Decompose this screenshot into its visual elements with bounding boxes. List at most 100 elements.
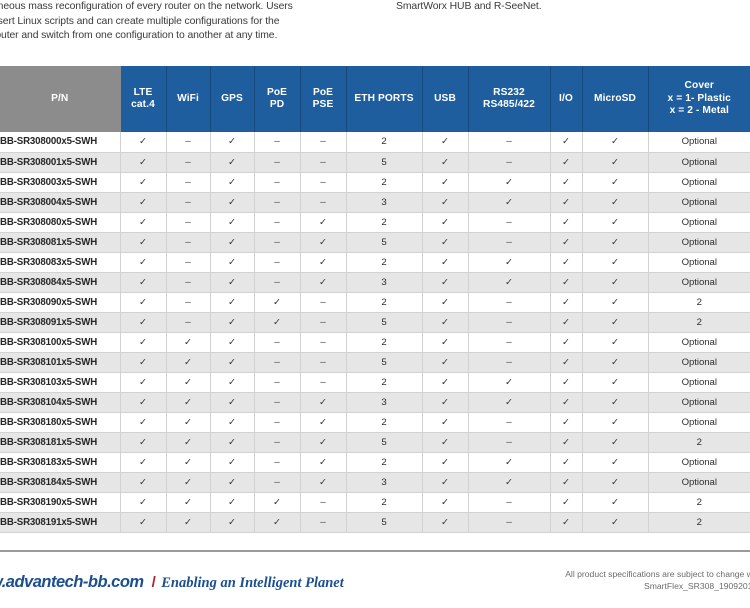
cell-microsd: ✓ <box>581 252 648 273</box>
cell-poe_pse: – <box>299 152 346 173</box>
cell-cover: 2 <box>647 512 750 534</box>
cell-part-number: BB-SR308080x5-SWH <box>0 212 120 233</box>
cell-wifi: ✓ <box>165 492 210 514</box>
cell-cover: Optional <box>647 172 750 193</box>
cell-gps: ✓ <box>209 272 254 293</box>
cell-serial: – <box>467 352 550 374</box>
cell-eth: 3 <box>345 272 422 293</box>
table-row: BB-SR308104x5-SWH ✓ ✓ ✓ – ✓ 3 ✓ ✓ ✓ ✓ Optional <box>0 392 750 414</box>
cell-serial: ✓ <box>467 252 550 273</box>
cell-io: ✓ <box>549 372 582 394</box>
cell-poe_pd: ✓ <box>253 512 300 534</box>
table-row: BB-SR308180x5-SWH ✓ ✓ ✓ – ✓ 2 ✓ – ✓ ✓ Optional <box>0 412 750 434</box>
table-row: BB-SR308080x5-SWH ✓ – ✓ – ✓ 2 ✓ – ✓ ✓ Optional <box>0 212 750 233</box>
cell-io: ✓ <box>549 252 582 273</box>
cell-poe_pse: – <box>299 292 346 313</box>
cell-cover: Optional <box>647 452 750 474</box>
cell-poe_pse: – <box>299 512 346 534</box>
cell-poe_pse: ✓ <box>299 472 346 494</box>
table-row: BB-SR308003x5-SWH ✓ – ✓ – –2 ✓ ✓ ✓ ✓ Optional <box>0 172 750 193</box>
cell-lte: ✓ <box>119 372 166 394</box>
cell-gps: ✓ <box>209 472 254 494</box>
cell-usb: ✓ <box>421 192 468 213</box>
cell-io: ✓ <box>549 352 582 374</box>
cell-wifi: ✓ <box>165 412 210 434</box>
table-row: BB-SR308090x5-SWH ✓ – ✓ ✓ –2 ✓ – ✓ ✓ 2 <box>0 292 750 313</box>
table-row: BB-SR308100x5-SWH ✓ ✓ ✓ – –2 ✓ – ✓ ✓ Optional <box>0 332 750 354</box>
column-header-serial: RS232 RS485/422 <box>467 66 551 132</box>
cell-usb: ✓ <box>421 452 468 474</box>
cell-usb: ✓ <box>421 172 468 193</box>
cell-cover: 2 <box>647 432 750 454</box>
cell-wifi: – <box>165 312 210 333</box>
column-header-eth: ETH PORTS <box>345 66 423 132</box>
cell-microsd: ✓ <box>581 352 648 374</box>
cell-eth: 2 <box>345 292 422 313</box>
cell-poe_pse: – <box>299 492 346 514</box>
cell-eth: 2 <box>345 412 422 434</box>
cell-poe_pse: ✓ <box>299 432 346 454</box>
cell-wifi: – <box>165 232 210 253</box>
cell-poe_pse: – <box>299 192 346 213</box>
cell-lte: ✓ <box>119 292 166 313</box>
cell-eth: 2 <box>345 372 422 394</box>
cell-io: ✓ <box>549 272 582 293</box>
cell-eth: 5 <box>345 152 422 173</box>
column-header-pn: P/N <box>0 66 121 132</box>
cell-part-number: BB-SR308084x5-SWH <box>0 272 120 293</box>
cell-part-number: BB-SR308000x5-SWH <box>0 132 120 153</box>
cell-gps: ✓ <box>209 412 254 434</box>
cell-poe_pd: – <box>253 252 300 273</box>
column-header-wifi: WiFi <box>165 66 211 132</box>
cell-lte: ✓ <box>119 312 166 333</box>
cell-cover: Optional <box>647 472 750 494</box>
cell-part-number: BB-SR308100x5-SWH <box>0 332 120 354</box>
datasheet-page: aneous mass reconfiguration of every rou… <box>0 0 750 608</box>
cell-microsd: ✓ <box>581 272 648 293</box>
cell-eth: 3 <box>345 192 422 213</box>
cell-wifi: – <box>165 152 210 173</box>
cell-io: ✓ <box>549 452 582 474</box>
cell-usb: ✓ <box>421 152 468 173</box>
cell-microsd: ✓ <box>581 132 648 153</box>
column-header-cover: Cover x = 1- Plastic x = 2 - Metal <box>647 66 750 132</box>
cell-gps: ✓ <box>209 192 254 213</box>
cell-microsd: ✓ <box>581 452 648 474</box>
cell-lte: ✓ <box>119 232 166 253</box>
cell-gps: ✓ <box>209 132 254 153</box>
cell-cover: 2 <box>647 312 750 333</box>
cell-wifi: – <box>165 212 210 233</box>
cell-io: ✓ <box>549 152 582 173</box>
cell-usb: ✓ <box>421 132 468 153</box>
footer-website-link[interactable]: w.advantech-bb.com <box>0 573 144 591</box>
table-row: BB-SR308004x5-SWH ✓ – ✓ – –3 ✓ ✓ ✓ ✓ Optional <box>0 192 750 213</box>
cell-usb: ✓ <box>421 492 468 514</box>
cell-microsd: ✓ <box>581 372 648 394</box>
cell-io: ✓ <box>549 492 582 514</box>
column-header-poe_pd: PoE PD <box>253 66 301 132</box>
cell-wifi: ✓ <box>165 332 210 354</box>
cell-lte: ✓ <box>119 192 166 213</box>
cell-eth: 2 <box>345 332 422 354</box>
cell-gps: ✓ <box>209 492 254 514</box>
cell-cover: Optional <box>647 372 750 394</box>
cell-serial: ✓ <box>467 472 550 494</box>
cell-eth: 5 <box>345 432 422 454</box>
cell-io: ✓ <box>549 212 582 233</box>
cell-gps: ✓ <box>209 172 254 193</box>
cell-wifi: ✓ <box>165 472 210 494</box>
cell-poe_pse: ✓ <box>299 252 346 273</box>
column-header-usb: USB <box>421 66 469 132</box>
cell-usb: ✓ <box>421 352 468 374</box>
cell-gps: ✓ <box>209 212 254 233</box>
cell-poe_pd: – <box>253 412 300 434</box>
cell-cover: Optional <box>647 152 750 173</box>
cell-wifi: ✓ <box>165 372 210 394</box>
table-row: BB-SR308081x5-SWH ✓ – ✓ – ✓ 5 ✓ – ✓ ✓ Optional <box>0 232 750 253</box>
cell-usb: ✓ <box>421 212 468 233</box>
body-copy-left-column: aneous mass reconfiguration of every rou… <box>0 1 293 42</box>
cell-part-number: BB-SR308083x5-SWH <box>0 252 120 273</box>
cell-cover: Optional <box>647 412 750 434</box>
cell-poe_pd: – <box>253 452 300 474</box>
table-row: BB-SR308001x5-SWH ✓ – ✓ – –5 ✓ – ✓ ✓ Optional <box>0 152 750 173</box>
